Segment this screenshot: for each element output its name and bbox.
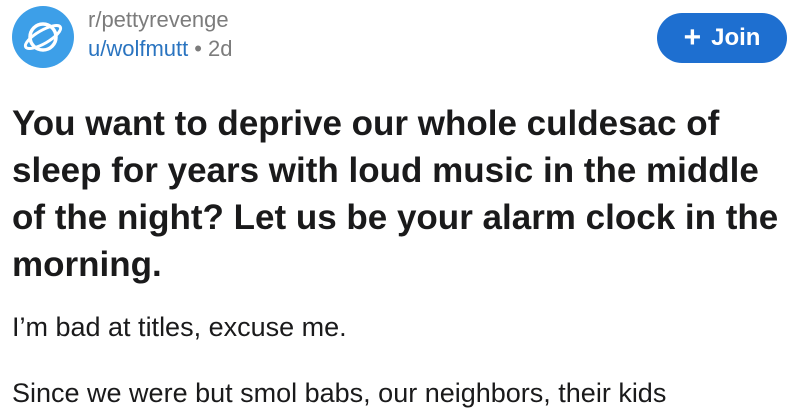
plus-icon: +: [683, 21, 702, 54]
byline: u/wolfmutt • 2d: [88, 34, 232, 64]
post-body-paragraph: Since we were but smol babs, our neighbo…: [12, 378, 667, 408]
post-title: You want to deprive our whole culdesac o…: [12, 104, 779, 284]
post-meta: r/pettyrevenge u/wolfmutt • 2d: [88, 6, 232, 64]
post-body-paragraph: I’m bad at titles, excuse me.: [12, 312, 347, 342]
post-age: 2d: [207, 36, 233, 61]
join-button[interactable]: + Join: [657, 13, 787, 63]
author-username[interactable]: u/wolfmutt: [88, 36, 188, 61]
join-label: Join: [711, 24, 761, 51]
subreddit-name[interactable]: r/pettyrevenge: [88, 6, 232, 34]
separator-dot: •: [194, 36, 202, 61]
subreddit-avatar[interactable]: [12, 6, 74, 68]
planet-icon: [23, 22, 63, 52]
post-card: r/pettyrevenge u/wolfmutt • 2d + Join You …: [0, 0, 800, 420]
